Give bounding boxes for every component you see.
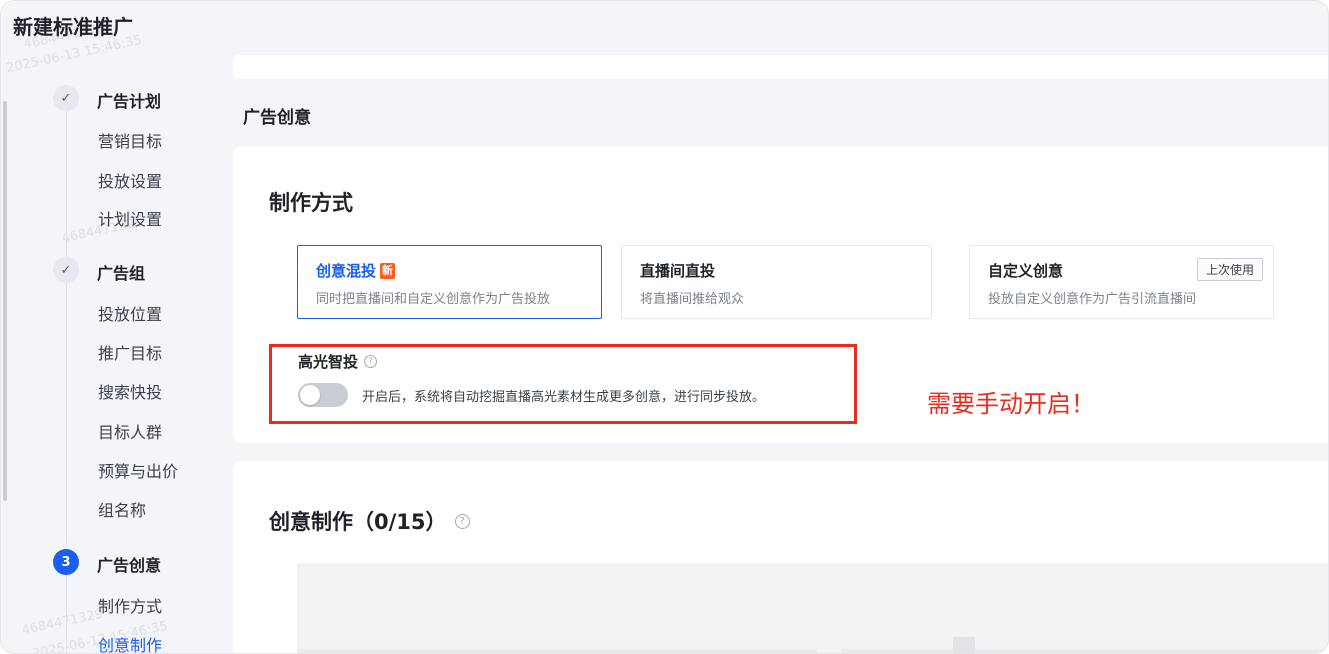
creative-placeholder-bar bbox=[841, 649, 1328, 653]
option-desc: 将直播间推给观众 bbox=[640, 292, 745, 307]
sidebar-item-promotion-goal[interactable]: 推广目标 bbox=[98, 340, 162, 364]
sidebar-item-target-audience[interactable]: 目标人群 bbox=[98, 419, 162, 443]
toggle-knob bbox=[300, 385, 320, 405]
option-title: 直播间直投 bbox=[640, 260, 715, 281]
sidebar-item-plan-settings[interactable]: 计划设置 bbox=[98, 206, 162, 230]
new-badge: 新 bbox=[380, 262, 396, 279]
sidebar-scrollbar[interactable] bbox=[3, 101, 7, 501]
sidebar-item-group-name[interactable]: 组名称 bbox=[98, 497, 146, 521]
watermark: 4684471329 bbox=[20, 606, 105, 639]
creative-placeholder-block bbox=[953, 637, 975, 653]
step-connector bbox=[66, 111, 67, 261]
toggle-description: 开启后，系统将自动挖掘直播高光素材生成更多创意，进行同步投放。 bbox=[362, 390, 766, 405]
creative-heading-text: 创意制作（0/15） bbox=[269, 510, 447, 534]
highlight-title-text: 高光智投 bbox=[298, 353, 359, 371]
annotation-text: 需要手动开启！ bbox=[927, 390, 1095, 418]
method-heading: 制作方式 bbox=[269, 191, 353, 215]
sidebar-item-search-boost[interactable]: 搜索快投 bbox=[98, 379, 162, 403]
step-connector bbox=[66, 575, 67, 653]
page-title: 新建标准推广 bbox=[13, 15, 133, 39]
sidebar-item-placement[interactable]: 投放位置 bbox=[98, 301, 162, 325]
option-title-text: 创意混投 bbox=[316, 262, 377, 280]
sidebar-item-creative-production[interactable]: 创意制作 bbox=[98, 632, 162, 653]
creative-placeholder-bar bbox=[297, 649, 817, 653]
help-icon[interactable]: ? bbox=[454, 513, 470, 529]
last-used-tag: 上次使用 bbox=[1196, 258, 1263, 281]
highlight-delivery-toggle[interactable] bbox=[298, 383, 348, 407]
option-live-room-direct[interactable]: 直播间直投 将直播间推给观众 bbox=[621, 245, 932, 319]
sidebar-item-method[interactable]: 制作方式 bbox=[98, 593, 162, 617]
help-icon[interactable]: ? bbox=[364, 355, 378, 368]
creative-heading: 创意制作（0/15） ? bbox=[269, 506, 470, 536]
check-icon: ✓ bbox=[53, 85, 79, 111]
option-custom-creative[interactable]: 自定义创意 上次使用 投放自定义创意作为广告引流直播间 bbox=[969, 245, 1274, 319]
option-mixed-creative[interactable]: 创意混投 新 同时把直播间和自定义创意作为广告投放 bbox=[297, 245, 602, 319]
option-desc: 投放自定义创意作为广告引流直播间 bbox=[988, 292, 1197, 307]
option-desc: 同时把直播间和自定义创意作为广告投放 bbox=[316, 292, 551, 307]
option-title-text: 自定义创意 bbox=[988, 262, 1064, 280]
step-title-ad-group[interactable]: 广告组 bbox=[97, 260, 145, 284]
creative-editor-area[interactable] bbox=[297, 563, 1328, 653]
option-title-text: 直播间直投 bbox=[640, 262, 716, 280]
sidebar-item-delivery-settings[interactable]: 投放设置 bbox=[98, 168, 162, 192]
step-connector bbox=[66, 283, 67, 547]
step-title-ad-creative[interactable]: 广告创意 bbox=[97, 552, 161, 576]
highlight-delivery-title: 高光智投 ? bbox=[298, 351, 378, 372]
option-title: 创意混投 新 bbox=[316, 260, 396, 281]
window: 4684471329 2025-06-13 15:46:35 468447132… bbox=[0, 0, 1329, 654]
option-title: 自定义创意 bbox=[988, 260, 1063, 281]
previous-card-edge bbox=[233, 55, 1328, 79]
section-title: 广告创意 bbox=[243, 108, 311, 128]
check-icon: ✓ bbox=[53, 257, 79, 283]
step-title-ad-plan[interactable]: 广告计划 bbox=[97, 88, 161, 112]
step-number-badge: 3 bbox=[53, 549, 79, 575]
sidebar-item-marketing-goal[interactable]: 营销目标 bbox=[98, 128, 162, 152]
sidebar-item-budget-bid[interactable]: 预算与出价 bbox=[98, 458, 178, 482]
